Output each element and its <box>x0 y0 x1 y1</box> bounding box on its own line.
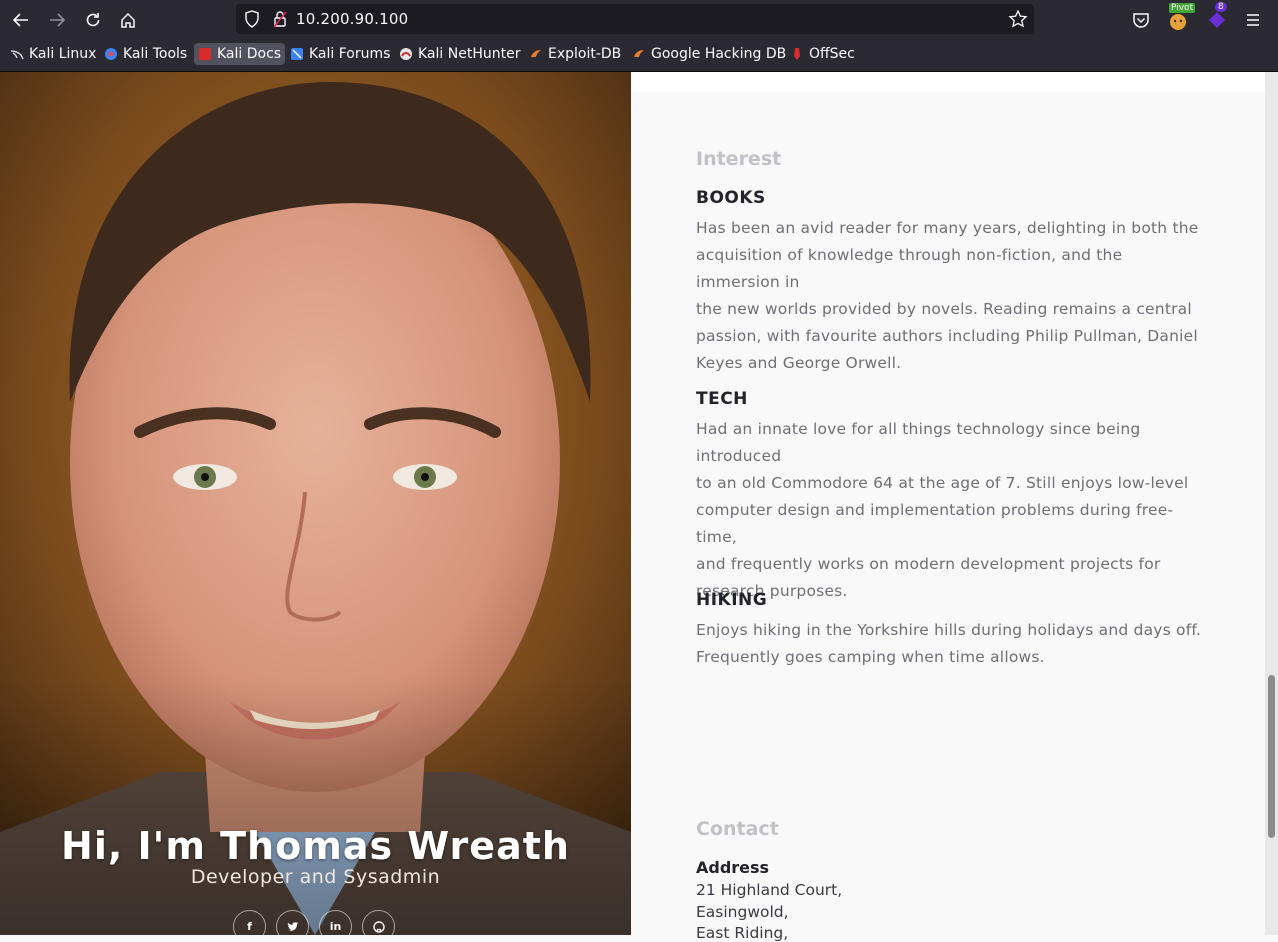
text-line: Keyes and George Orwell. <box>696 354 902 372</box>
bookmark-label: Kali Tools <box>123 46 188 62</box>
url-text[interactable]: 10.200.90.100 <box>296 10 408 28</box>
interest-text-tech: Had an innate love for all things techno… <box>696 416 1206 605</box>
address-line: East Riding, <box>696 924 789 942</box>
kali-tools-icon <box>104 47 118 61</box>
bookmark-kali-nethunter[interactable]: Kali NetHunter <box>395 43 524 65</box>
text-line: and frequently works on modern developme… <box>696 555 1161 573</box>
exploit-db-icon <box>529 47 543 61</box>
bookmark-label: Kali NetHunter <box>418 46 521 62</box>
forward-arrow-icon[interactable] <box>45 8 69 32</box>
ghdb-icon <box>632 47 646 61</box>
offsec-icon <box>790 47 804 61</box>
bookmark-kali-linux[interactable]: Kali Linux <box>6 43 100 65</box>
pivot-extension-icon[interactable]: Pivot <box>1166 3 1196 32</box>
menu-icon[interactable] <box>1241 8 1265 32</box>
shield-icon[interactable] <box>244 10 260 32</box>
address-label: Address <box>696 858 770 877</box>
address-line: 21 Highland Court, <box>696 881 843 899</box>
interest-section-title: Interest <box>696 148 782 170</box>
bookmark-kali-tools[interactable]: Kali Tools <box>100 43 191 65</box>
facebook-icon[interactable]: f <box>233 910 266 935</box>
extension-icon[interactable]: 8 <box>1205 2 1229 32</box>
bookmark-label: Kali Linux <box>29 46 97 62</box>
bookmark-offsec[interactable]: OffSec <box>786 43 859 65</box>
hero-subtitle: Developer and Sysadmin <box>190 866 441 888</box>
hero-title: Hi, I'm Thomas Wreath <box>61 824 570 868</box>
linkedin-icon[interactable]: in <box>319 910 352 935</box>
main-content: Interest BOOKS Has been an avid reader f… <box>631 72 1265 942</box>
bookmark-label: Kali Forums <box>309 46 391 62</box>
bookmark-star-icon[interactable] <box>1008 9 1028 33</box>
kali-docs-icon <box>198 47 212 61</box>
reload-icon[interactable] <box>81 8 105 32</box>
interest-heading-tech: TECH <box>696 389 748 409</box>
bookmark-kali-docs[interactable]: Kali Docs <box>194 43 286 65</box>
social-links: f in <box>233 910 395 935</box>
section-divider <box>631 72 1265 92</box>
contact-section-title: Contact <box>696 818 779 840</box>
text-line: Frequently goes camping when time allows… <box>696 648 1045 666</box>
text-line: acquisition of knowledge through non-fic… <box>696 246 1123 291</box>
interest-heading-books: BOOKS <box>696 188 766 208</box>
kali-dragon-icon <box>10 47 24 61</box>
interest-text-books: Has been an avid reader for many years, … <box>696 215 1206 377</box>
hero-section: Hi, I'm Thomas Wreath Developer and Sysa… <box>0 72 631 935</box>
text-line: the new worlds provided by novels. Readi… <box>696 300 1192 318</box>
github-icon[interactable] <box>362 910 395 935</box>
nethunter-icon <box>399 47 413 61</box>
text-line: Enjoys hiking in the Yorkshire hills dur… <box>696 621 1202 639</box>
address-bar[interactable]: 10.200.90.100 <box>236 4 1034 34</box>
kali-forums-icon <box>290 47 304 61</box>
text-line: computer design and implementation probl… <box>696 501 1174 546</box>
bookmark-label: Exploit-DB <box>548 46 622 62</box>
pocket-icon[interactable] <box>1129 8 1153 32</box>
interest-heading-hiking: HIKING <box>696 590 768 610</box>
back-arrow-icon[interactable] <box>9 8 33 32</box>
bookmark-label: Kali Docs <box>217 46 282 62</box>
bookmark-google-hacking-db[interactable]: Google Hacking DB <box>628 43 790 65</box>
address-line: Easingwold, <box>696 903 789 921</box>
profile-photo <box>0 72 631 935</box>
text-line: Had an innate love for all things techno… <box>696 420 1141 465</box>
bookmarks-bar: Kali Linux Kali Tools Kali Docs Kali For… <box>0 38 1278 72</box>
bookmark-kali-forums[interactable]: Kali Forums <box>286 43 394 65</box>
text-line: research purposes. <box>696 582 848 600</box>
pivot-badge: Pivot <box>1169 3 1196 13</box>
home-icon[interactable] <box>116 8 140 32</box>
bookmark-label: OffSec <box>809 46 855 62</box>
extension-count-badge: 8 <box>1215 2 1227 12</box>
scrollbar[interactable] <box>1265 72 1278 935</box>
browser-toolbar: 10.200.90.100 Pivot 8 <box>0 0 1278 38</box>
twitter-icon[interactable] <box>276 910 309 935</box>
bookmark-exploit-db[interactable]: Exploit-DB <box>525 43 625 65</box>
scrollbar-thumb[interactable] <box>1268 675 1275 838</box>
text-line: Has been an avid reader for many years, … <box>696 219 1199 237</box>
bookmark-label: Google Hacking DB <box>651 46 787 62</box>
text-line: to an old Commodore 64 at the age of 7. … <box>696 474 1189 492</box>
page-info-icon[interactable] <box>272 10 288 32</box>
interest-text-hiking: Enjoys hiking in the Yorkshire hills dur… <box>696 617 1206 671</box>
text-line: passion, with favourite authors includin… <box>696 327 1198 345</box>
